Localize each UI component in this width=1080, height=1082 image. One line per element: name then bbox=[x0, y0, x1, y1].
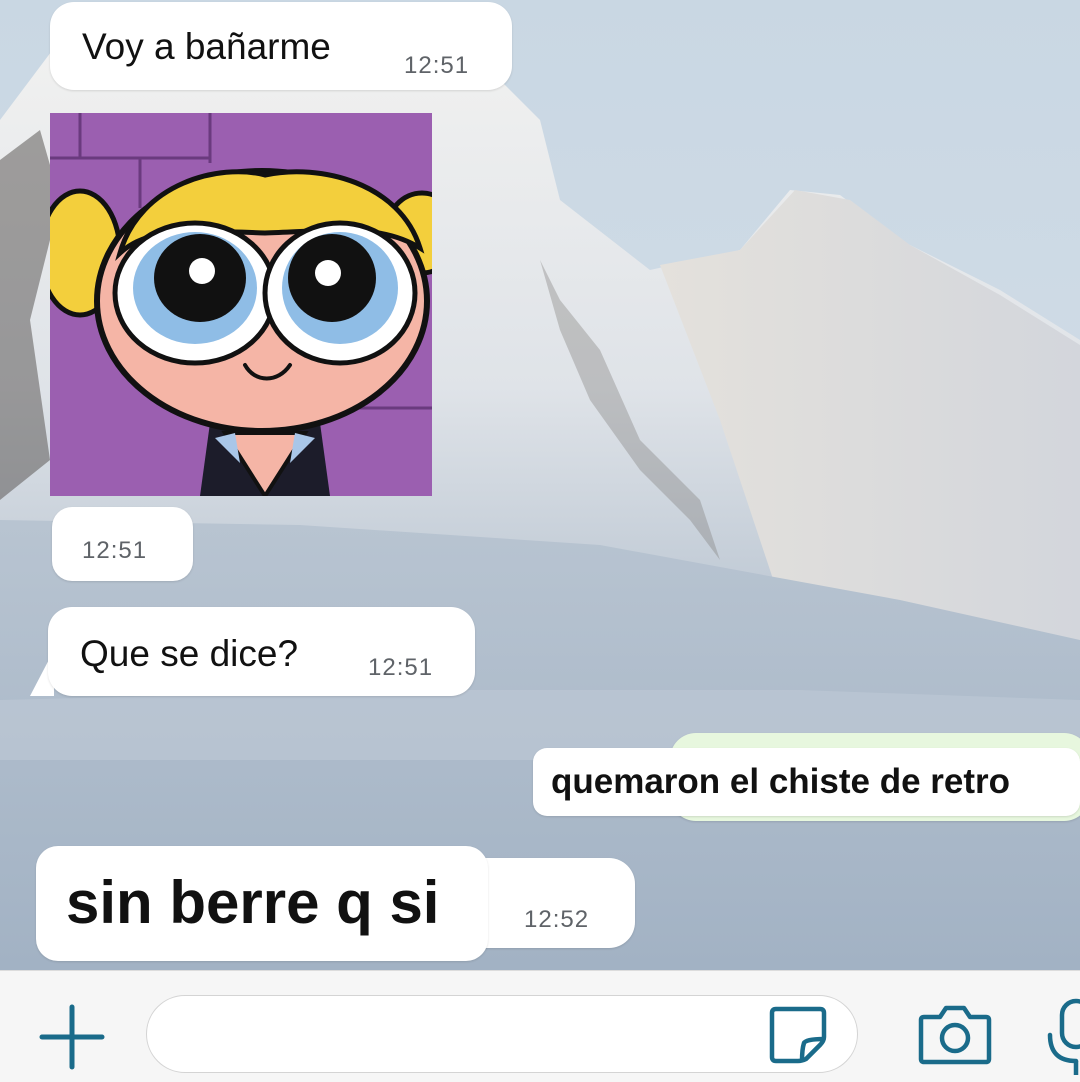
message-text: Que se dice? bbox=[80, 633, 299, 674]
sticker-timestamp-bubble: 12:51 bbox=[52, 507, 193, 581]
camera-icon[interactable] bbox=[918, 1003, 992, 1065]
message-text: Voy a bañarme bbox=[82, 26, 331, 67]
sticker-icon[interactable] bbox=[766, 1003, 830, 1067]
plus-icon[interactable] bbox=[36, 1001, 108, 1073]
edited-text-overlay: sin berre q si bbox=[36, 846, 488, 961]
message-text: quemaron el chiste de retro bbox=[551, 762, 1011, 801]
edited-text-overlay: quemaron el chiste de retro bbox=[533, 748, 1080, 816]
message-timestamp: 12:51 bbox=[82, 537, 148, 564]
microphone-icon[interactable] bbox=[1044, 997, 1080, 1077]
bubbles-sticker[interactable] bbox=[50, 113, 432, 496]
message-timestamp: 12:51 bbox=[368, 654, 434, 681]
incoming-message-bubble[interactable]: Voy a bañarme 12:51 bbox=[50, 2, 512, 90]
message-timestamp: 12:52 bbox=[524, 906, 590, 933]
bubbles-powerpuff-sticker-icon bbox=[50, 113, 432, 496]
message-text: sin berre q si bbox=[66, 869, 440, 936]
incoming-message-bubble[interactable]: Que se dice? 12:51 bbox=[48, 607, 475, 696]
message-input[interactable] bbox=[146, 995, 858, 1073]
message-timestamp: 12:51 bbox=[404, 52, 470, 79]
message-input-bar bbox=[0, 970, 1080, 1082]
